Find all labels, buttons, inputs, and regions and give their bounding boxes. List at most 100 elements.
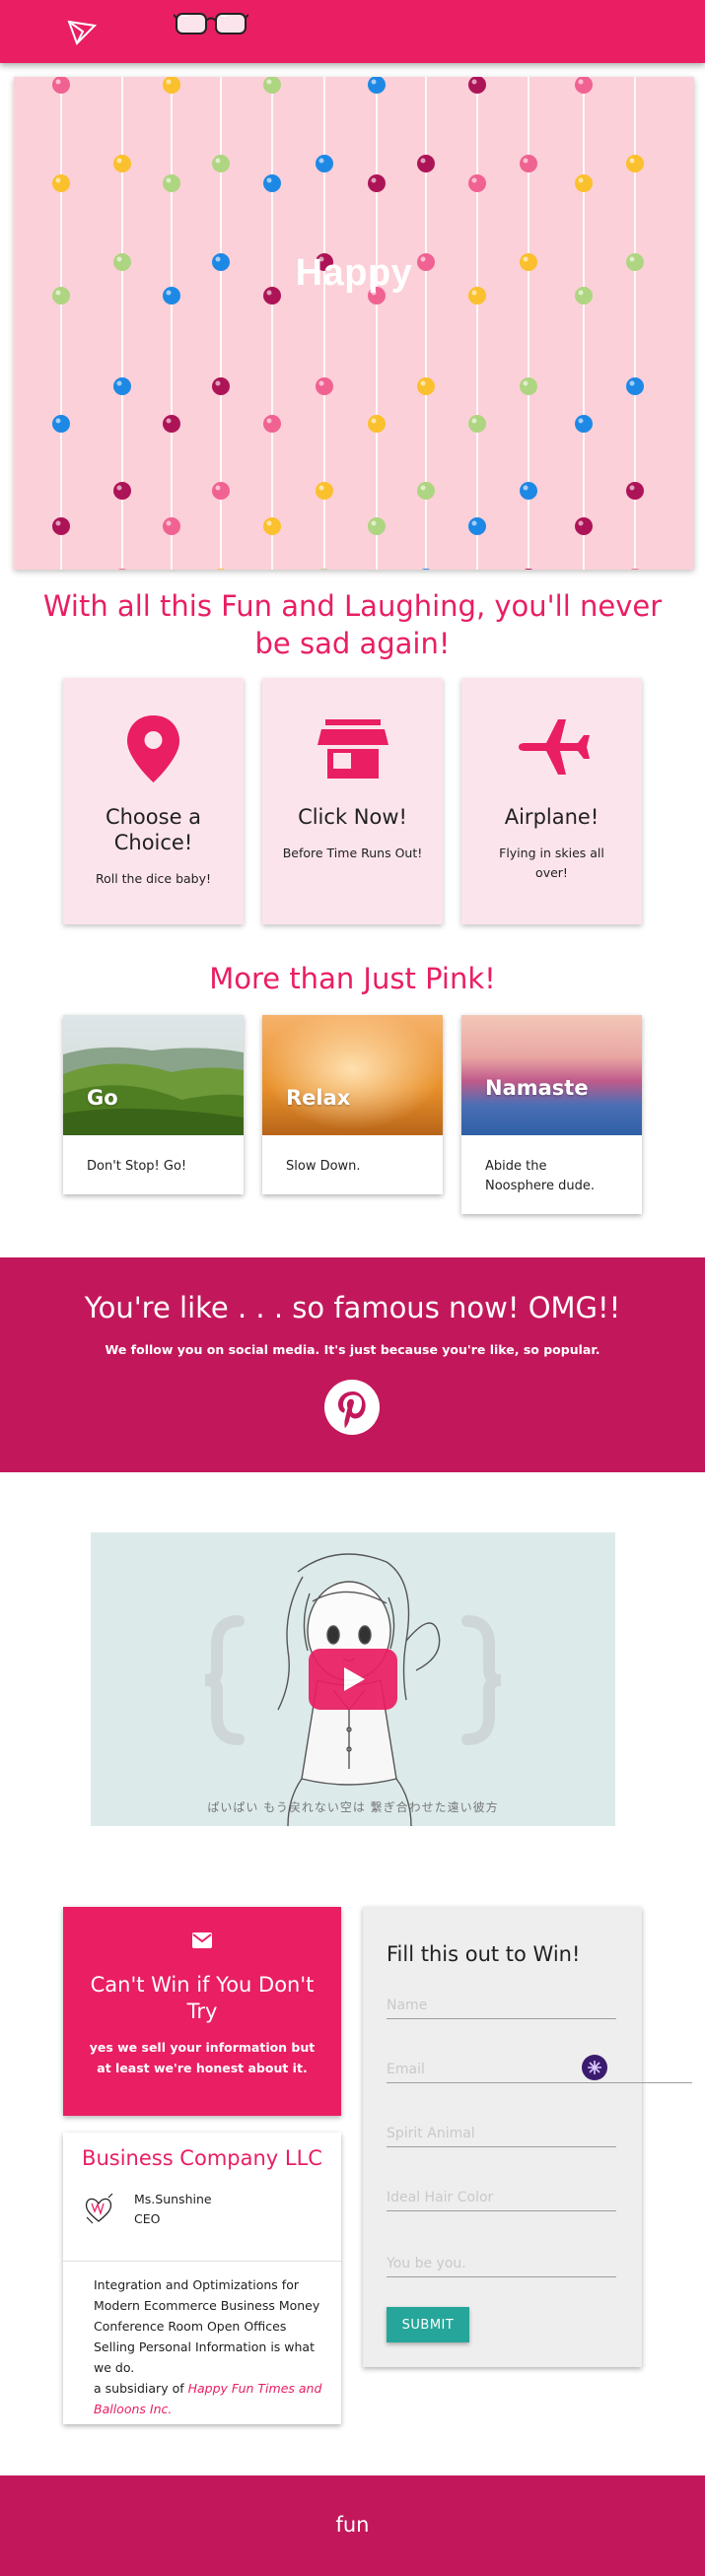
spirit-animal-field[interactable] (387, 2120, 616, 2147)
lollipop-highlight (116, 380, 122, 386)
hero-title: Happy (295, 252, 413, 294)
paper-plane-logo-icon[interactable] (65, 16, 99, 49)
lollipop-highlight (420, 158, 426, 164)
image-card-text: Slow Down. (286, 1159, 361, 1174)
image-card-label: Go (87, 1086, 118, 1110)
navbar (0, 0, 705, 63)
lollipop-highlight (578, 79, 584, 85)
lollipop-highlight (166, 177, 172, 183)
name-field[interactable] (387, 1992, 616, 2019)
lollipop-highlight (266, 418, 272, 424)
ocean-sunset-image: Namaste (461, 1015, 642, 1135)
lollipop-highlight (166, 79, 172, 85)
email-field[interactable] (387, 2056, 692, 2083)
feature-card-click[interactable]: Click Now! Before Time Runs Out! (262, 678, 443, 924)
contact-title: Can't Win if You Don't Try (90, 1973, 315, 2023)
win-form: Fill this out to Win! SUBMIT (363, 1907, 692, 2367)
feature-title: Choose a Choice! (105, 805, 202, 854)
lollipop-candy (263, 174, 281, 192)
hair-color-field[interactable] (387, 2184, 616, 2211)
lollipop-candy (468, 77, 486, 94)
lollipop-candy (368, 517, 386, 535)
lollipop-candy (575, 517, 593, 535)
lollipop-highlight (266, 177, 272, 183)
company-description: Integration and Optimizations for Modern… (94, 2274, 322, 2419)
grammarly-badge-icon[interactable] (582, 2055, 607, 2080)
person-name: Ms.Sunshine (134, 2192, 212, 2206)
headline-fun: With all this Fun and Laughing, you'll n… (42, 589, 663, 660)
page: Happy With all this Fun and Laughing, yo… (0, 0, 705, 2576)
lollipop-candy (263, 517, 281, 535)
lollipop-highlight (215, 380, 221, 386)
lollipop-highlight (629, 380, 635, 386)
lollipop-highlight (55, 79, 61, 85)
you-be-you-field[interactable] (387, 2250, 616, 2277)
lollipop-candy (468, 517, 486, 535)
contact-card: Can't Win if You Don't Try yes we sell y… (63, 1907, 341, 2116)
lollipop-highlight (629, 158, 635, 164)
lollipop-candy (316, 482, 333, 500)
image-card-relax[interactable]: Relax Slow Down. (262, 1015, 443, 1194)
image-card-go[interactable]: Go Don't Stop! Go! (63, 1015, 244, 1194)
lollipop-highlight (578, 177, 584, 183)
pinterest-icon[interactable] (324, 1380, 380, 1435)
lollipop-candy (316, 155, 333, 172)
lollipop-highlight (471, 520, 477, 526)
video-player[interactable]: ぱいぱい もう戻れない空は 繋ぎ合わせた遠い彼方 (91, 1532, 615, 1826)
lollipop-highlight (166, 520, 172, 526)
lollipop-candy (575, 415, 593, 433)
lollipop-highlight (523, 158, 529, 164)
subsidiary-prefix: a subsidiary of (94, 2381, 184, 2396)
lollipop-candy (368, 77, 386, 94)
description-text: Integration and Optimizations for Modern… (94, 2277, 320, 2375)
airplane-icon (461, 708, 642, 786)
lollipop-candy (117, 569, 127, 570)
image-card-namaste[interactable]: Namaste Abide the Noosphere dude. (461, 1015, 642, 1214)
lollipop-candy (368, 174, 386, 192)
lollipop-candy (52, 174, 70, 192)
feature-title: Airplane! (504, 805, 599, 829)
lollipop-highlight (215, 485, 221, 491)
lollipop-highlight (523, 380, 529, 386)
form-title: Fill this out to Win! (387, 1942, 581, 1966)
lollipop-candy (626, 377, 644, 395)
social-subtitle: We follow you on social media. It's just… (105, 1342, 600, 1357)
lollipop-candy (626, 155, 644, 172)
lollipop-candy (417, 482, 435, 500)
lollipop-candy (263, 77, 281, 94)
feature-card-airplane[interactable]: Airplane! Flying in skies all over! (461, 678, 642, 924)
social-band: You're like . . . so famous now! OMG!! W… (0, 1257, 705, 1472)
lollipop-candy (421, 569, 431, 570)
hero-image: Happy (14, 77, 694, 570)
image-card-label: Namaste (485, 1076, 589, 1100)
lollipop-highlight (523, 485, 529, 491)
image-card-text: Don't Stop! Go! (87, 1159, 187, 1174)
footer: fun (0, 2475, 705, 2576)
lollipop-highlight (578, 418, 584, 424)
footer-label: fun (335, 2513, 370, 2537)
lollipop-highlight (318, 380, 324, 386)
image-card-text: Abide the Noosphere dude. (485, 1159, 595, 1193)
play-icon (344, 1667, 365, 1691)
lollipop-candy (575, 77, 593, 94)
feature-subtitle: Roll the dice baby! (95, 871, 212, 886)
person-role: CEO (134, 2211, 161, 2226)
lollipop-candy (520, 155, 537, 172)
lollipop-highlight (420, 485, 426, 491)
lollipop-highlight (371, 418, 377, 424)
lollipop-candy (113, 155, 131, 172)
feature-card-choice[interactable]: Choose a Choice! Roll the dice baby! (63, 678, 244, 924)
lollipop-candy (319, 569, 329, 570)
feature-subtitle: Flying in skies all over! (499, 846, 604, 880)
social-title: You're like . . . so famous now! OMG!! (84, 1291, 621, 1324)
play-button[interactable] (309, 1649, 397, 1710)
lollipop-candy (163, 174, 180, 192)
lollipop-highlight (471, 79, 477, 85)
lollipop-candy (113, 482, 131, 500)
lollipop-highlight (318, 485, 324, 491)
feature-subtitle: Before Time Runs Out! (282, 846, 423, 860)
submit-button[interactable]: SUBMIT (387, 2307, 469, 2342)
lollipop-candy (163, 77, 180, 94)
lollipop-highlight (420, 380, 426, 386)
glasses-icon[interactable] (173, 6, 249, 39)
